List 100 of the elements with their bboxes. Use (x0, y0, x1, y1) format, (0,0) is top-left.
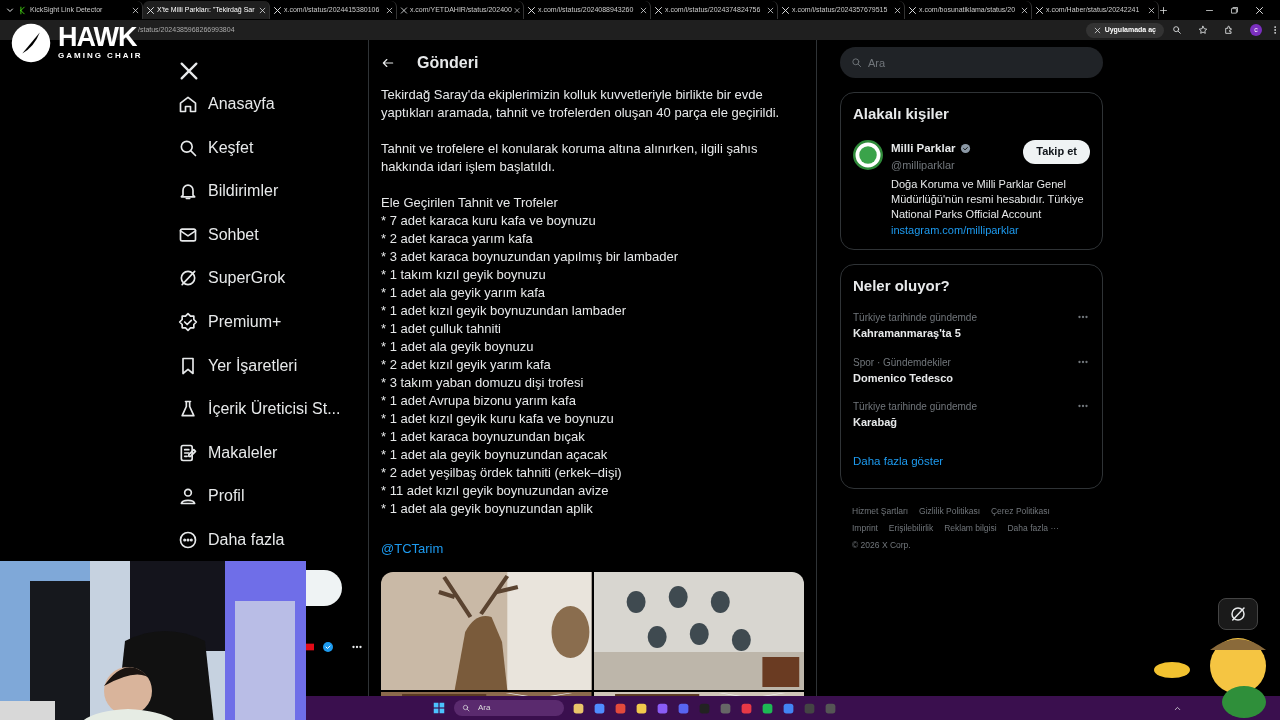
bell-icon (178, 181, 198, 202)
x-icon (1035, 5, 1044, 15)
list-item: * 1 adet kızıl geyik kuru kafa ve boynuzu (381, 410, 615, 428)
search-icon (851, 57, 862, 68)
bio-link[interactable]: instagram.com/milliparklar (891, 222, 1090, 239)
search-field[interactable]: Ara (840, 47, 1103, 78)
home-icon (178, 94, 198, 114)
x-icon (527, 5, 536, 15)
nav-item[interactable]: Anasayfa (170, 90, 368, 118)
nav-item[interactable]: Yer İşaretleri (170, 351, 368, 380)
list-item: * 1 adet Avrupa bizonu yarım kafa (381, 392, 577, 410)
footer-link[interactable]: Imprint (852, 523, 878, 533)
app-icon[interactable] (635, 701, 648, 715)
windows-start-icon[interactable] (432, 701, 446, 715)
list-item: * 2 adet kızıl geyik yarım kafa (381, 356, 552, 374)
list-item: * 1 adet kızıl geyik boynuzundan lambader (381, 302, 627, 320)
copyright-text: © 2026 X Corp. (852, 540, 911, 550)
nav-item[interactable]: SuperGrok (170, 264, 368, 293)
nav-item[interactable]: Keşfet (170, 133, 368, 162)
list-item: * 1 adet ala geyik boynuzundan açacak (381, 446, 609, 464)
restore-icon[interactable] (1230, 5, 1239, 15)
list-item: * 3 takım yaban domuzu dişi trofesi (381, 374, 585, 392)
footer-link[interactable]: Gizlilik Politikası (919, 506, 981, 516)
footer-link[interactable]: Erişilebilirlik (888, 523, 934, 533)
trend-topic[interactable]: Kahramanmaraş'ta 5 (853, 325, 977, 342)
close-icon[interactable] (1255, 5, 1264, 15)
account-name[interactable]: Milli Parklar (891, 139, 956, 157)
post-text: Tekirdağ Saray'da ekiplerimizin kolluk kuvvetleriyle birlikte bir evde yaptıkları aramada, tahnit ve trofelerden oluşan 40 parça ele geçirildi. (381, 86, 781, 122)
x-icon (908, 5, 917, 15)
account-handle: @milliparklar (891, 157, 956, 173)
close-icon[interactable] (132, 6, 139, 14)
trend-context: Türkiye tarihinde gündemde (853, 400, 977, 415)
list-item: * 1 adet ala geyik boynuzu (381, 338, 535, 356)
plus-icon[interactable] (1159, 5, 1168, 15)
trend-context: Türkiye tarihinde gündemde (853, 311, 977, 326)
close-icon[interactable] (259, 6, 266, 14)
nav-item[interactable]: Sohbet (170, 220, 368, 249)
x-logo-icon[interactable] (178, 60, 200, 82)
nav-item[interactable]: Daha fazla (170, 525, 368, 554)
mention-link[interactable]: @TCTarim (381, 539, 444, 559)
account-bio: Doğa Koruma ve Milli Parklar Genel Müdürlüğü'nün resmi hesabıdır. Türkiye National Parks Official Account (891, 177, 1085, 223)
close-icon[interactable] (1021, 6, 1028, 14)
list-item: * 2 adet yeşilbaş ördek tahniti (erkek–dişi) (381, 464, 623, 482)
more-icon (178, 529, 198, 550)
flask-icon (178, 399, 198, 420)
x-icon (273, 5, 282, 15)
nav-item[interactable]: Profil (170, 482, 368, 511)
close-icon[interactable] (894, 6, 901, 14)
search-icon (462, 704, 470, 712)
grok-button[interactable] (1218, 598, 1258, 630)
nav-item[interactable]: Bildirimler (170, 177, 368, 206)
app-icon[interactable] (593, 701, 606, 715)
feather-logo-icon (10, 22, 52, 64)
extensions-icon[interactable] (1224, 25, 1234, 35)
list-item: * 1 adet ala geyik yarım kafa (381, 284, 547, 302)
x-icon (654, 5, 663, 15)
x-icon (146, 5, 155, 15)
nav-item[interactable]: Makaleler (170, 438, 368, 467)
nav-item[interactable]: İçerik Üreticisi St... (170, 395, 368, 424)
footer-link[interactable]: Hizmet Şartları (852, 506, 909, 516)
list-item: * 1 adet karaca boynuzundan bıçak (381, 428, 586, 446)
close-icon[interactable] (640, 6, 647, 14)
trend-topic[interactable]: Domenico Tedesco (853, 369, 954, 387)
kick-icon (19, 5, 28, 15)
post-button[interactable] (306, 569, 342, 606)
person-icon (178, 486, 198, 507)
brand-tagline: GAMING CHAIR (58, 50, 143, 62)
post-text: Tahnit ve trofelere el konularak koruma altına alınırken, ilgili şahıs hakkında idari işlem başlatıldı. (381, 140, 759, 176)
trend-context: Spor · Gündemdekiler (853, 355, 952, 370)
document-icon (178, 442, 198, 463)
show-more-link[interactable]: Daha fazla göster (853, 452, 1090, 470)
x-icon (781, 5, 790, 15)
footer-link[interactable]: Reklam bilgisi (944, 523, 997, 533)
footer-link[interactable]: Çerez Politikası (990, 506, 1050, 516)
star-icon[interactable] (1198, 25, 1208, 35)
list-item: * 2 adet karaca yarım kafa (381, 230, 534, 248)
taskbar-search[interactable]: Ara (454, 700, 564, 716)
section-title: Alakalı kişiler (853, 104, 950, 124)
footer-link[interactable]: Daha fazla ··· (1007, 523, 1059, 533)
flag-icon (306, 641, 314, 652)
section-title: Neler oluyor? (853, 275, 951, 296)
app-icon[interactable] (782, 701, 795, 715)
avatar-icon[interactable] (853, 139, 883, 170)
nav-item[interactable]: Premium+ (170, 307, 368, 336)
trend-topic[interactable]: Karabağ (853, 414, 977, 431)
list-item: * 1 adet ala geyik boynuzundan aplik (381, 500, 594, 518)
zoom-icon[interactable] (1172, 25, 1182, 35)
x-icon (400, 5, 408, 15)
app-icon[interactable] (761, 701, 774, 715)
close-icon[interactable] (767, 6, 774, 14)
badge-check-icon (178, 311, 198, 332)
back-arrow-icon[interactable] (381, 56, 395, 70)
follow-button[interactable]: Takip et (1023, 139, 1090, 164)
close-icon[interactable] (1148, 6, 1155, 14)
x-icon (1093, 26, 1101, 34)
close-icon[interactable] (386, 6, 393, 14)
slash-circle-icon (1229, 605, 1247, 623)
page-title: Gönderi (417, 53, 479, 73)
list-item: * 3 adet karaca boynuzundan yapılmış bir lambader (381, 248, 679, 266)
app-icon[interactable] (572, 701, 585, 715)
